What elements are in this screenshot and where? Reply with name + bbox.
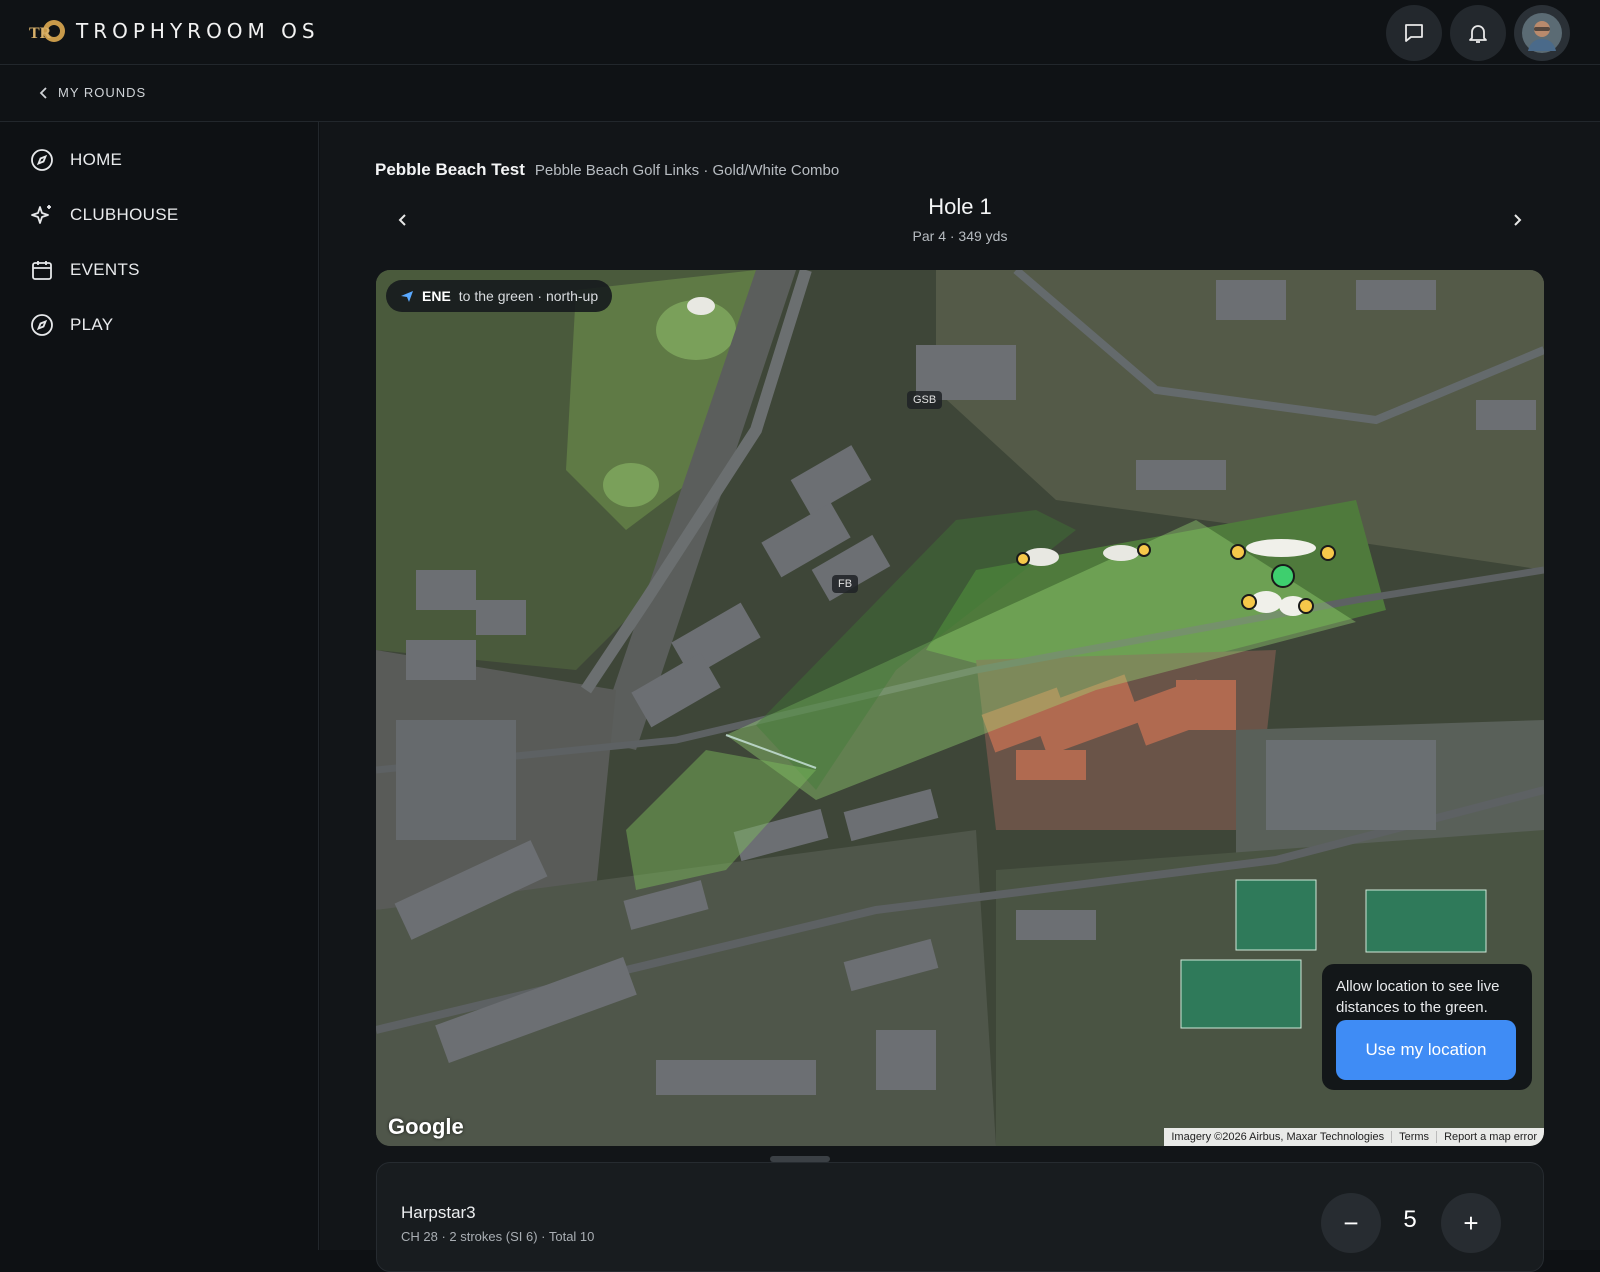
calendar-icon: [32, 261, 52, 280]
hole-header: Hole 1 Par 4 · 349 yds: [375, 194, 1545, 250]
svg-text:TR: TR: [29, 25, 52, 42]
scorecard-panel: Harpstar3 CH 28 · 2 strokes (SI 6) · Tot…: [376, 1162, 1544, 1272]
brand-name: TROPHYROOM OS: [76, 19, 320, 43]
location-prompt-text: Allow location to see live distances to …: [1336, 978, 1500, 1016]
map-attribution: Imagery ©2026 Airbus, Maxar Technologies…: [1164, 1128, 1544, 1146]
use-my-location-button[interactable]: Use my location: [1336, 1020, 1516, 1080]
compass-icon: [31, 149, 53, 171]
map-label-fb: FB: [832, 575, 859, 593]
report-error-link[interactable]: Report a map error: [1436, 1131, 1544, 1143]
bell-icon: [1469, 25, 1487, 43]
player-details: CH 28 · 2 strokes (SI 6) · Total 10: [401, 1229, 595, 1244]
decrease-score-button[interactable]: −: [1321, 1193, 1381, 1253]
direction-text: to the green · north-up: [458, 288, 599, 304]
imagery-credit: Imagery ©2026 Airbus, Maxar Technologies: [1171, 1131, 1385, 1143]
increase-score-button[interactable]: +: [1441, 1193, 1501, 1253]
hole-map[interactable]: ENE to the green · north-up GSB FB Googl…: [376, 270, 1544, 1146]
messages-button[interactable]: [1386, 5, 1442, 61]
main-content: Pebble Beach Test Pebble Beach Golf Link…: [320, 122, 1600, 1272]
user-photo: [1522, 13, 1562, 53]
chevron-left-icon: [39, 86, 47, 99]
top-bar: TR TROPHYROOM OS: [0, 0, 1600, 65]
notifications-button[interactable]: [1450, 5, 1506, 61]
next-hole-button[interactable]: [1501, 204, 1533, 236]
direction-value: ENE: [422, 288, 451, 304]
sidebar-item-play[interactable]: PLAY: [30, 313, 113, 337]
sidebar-item-clubhouse[interactable]: CLUBHOUSE: [30, 203, 179, 227]
sidebar-item-label: EVENTS: [70, 260, 140, 279]
sidebar-item-label: PLAY: [70, 315, 114, 334]
map-label-gsb: GSB: [907, 391, 943, 409]
sidebar-item-home[interactable]: HOME: [30, 148, 122, 172]
sidebar: HOME CLUBHOUSE EVENTS PLAY: [0, 122, 319, 1250]
score-value: 5: [1403, 1206, 1417, 1233]
terms-link[interactable]: Terms: [1391, 1131, 1436, 1143]
breadcrumb-label: MY ROUNDS: [58, 85, 147, 100]
hole-subtitle: Par 4 · 349 yds: [912, 228, 1008, 244]
round-name: Pebble Beach Test: [375, 160, 525, 179]
sparkle-icon: [31, 205, 51, 224]
logo[interactable]: TR TROPHYROOM OS: [28, 18, 320, 44]
sidebar-item-label: HOME: [70, 150, 123, 169]
google-logo: Google: [388, 1114, 464, 1139]
round-info: Pebble Beach Test Pebble Beach Golf Link…: [375, 160, 839, 180]
direction-chip: ENE to the green · north-up: [386, 280, 613, 312]
logo-mark: TR: [29, 20, 65, 42]
sidebar-item-events[interactable]: EVENTS: [30, 258, 140, 282]
sidebar-item-label: CLUBHOUSE: [70, 205, 179, 224]
course-name: Pebble Beach Golf Links · Gold/White Com…: [534, 162, 840, 179]
avatar[interactable]: [1514, 5, 1570, 61]
back-to-rounds-link[interactable]: MY ROUNDS: [38, 85, 146, 100]
breadcrumb-bar: MY ROUNDS: [0, 66, 1600, 122]
navigation-arrow-icon: [401, 291, 413, 302]
hole-title: Hole 1: [928, 194, 992, 219]
chat-icon: [1405, 24, 1423, 42]
location-prompt-card: Allow location to see live distances to …: [1322, 964, 1532, 1090]
chevron-right-icon: [1514, 214, 1522, 226]
player-name: Harpstar3: [401, 1203, 476, 1222]
compass-icon: [31, 314, 53, 336]
